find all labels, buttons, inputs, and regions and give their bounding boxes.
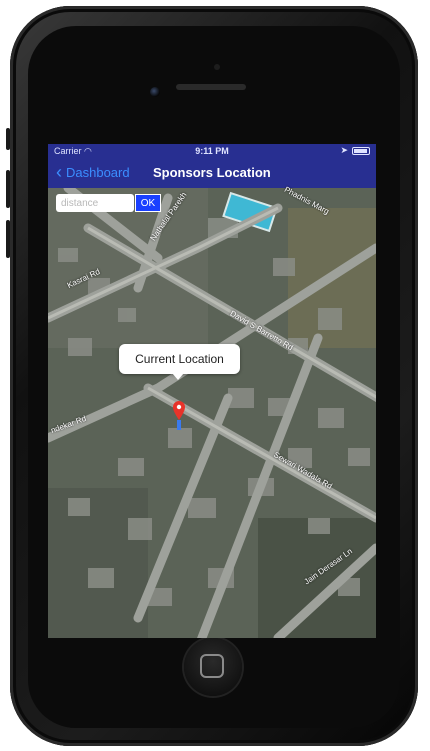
status-bar: Carrier ◠ 9:11 PM ➤ [48, 144, 376, 158]
back-button[interactable]: ‹ Dashboard [56, 163, 130, 181]
callout-tail [172, 373, 184, 380]
front-camera [150, 87, 160, 97]
sensor [214, 64, 220, 70]
volume-up-button [6, 170, 10, 208]
location-arrow-icon: ➤ [340, 145, 348, 155]
app-screen: Carrier ◠ 9:11 PM ➤ ‹ Dashboard Sponsors… [48, 144, 376, 638]
current-location-callout: Current Location [119, 344, 240, 374]
page-title: Sponsors Location [153, 165, 271, 180]
ok-button[interactable]: OK [135, 194, 161, 212]
distance-input[interactable] [56, 194, 134, 212]
volume-down-button [6, 220, 10, 258]
status-time: 9:11 PM [195, 146, 229, 156]
back-label: Dashboard [66, 164, 130, 180]
earpiece-speaker [176, 84, 246, 90]
navigation-bar: ‹ Dashboard Sponsors Location [48, 158, 376, 188]
mute-switch [6, 128, 10, 150]
home-button-icon [200, 654, 224, 678]
battery-icon [352, 146, 370, 155]
chevron-left-icon: ‹ [56, 162, 62, 182]
